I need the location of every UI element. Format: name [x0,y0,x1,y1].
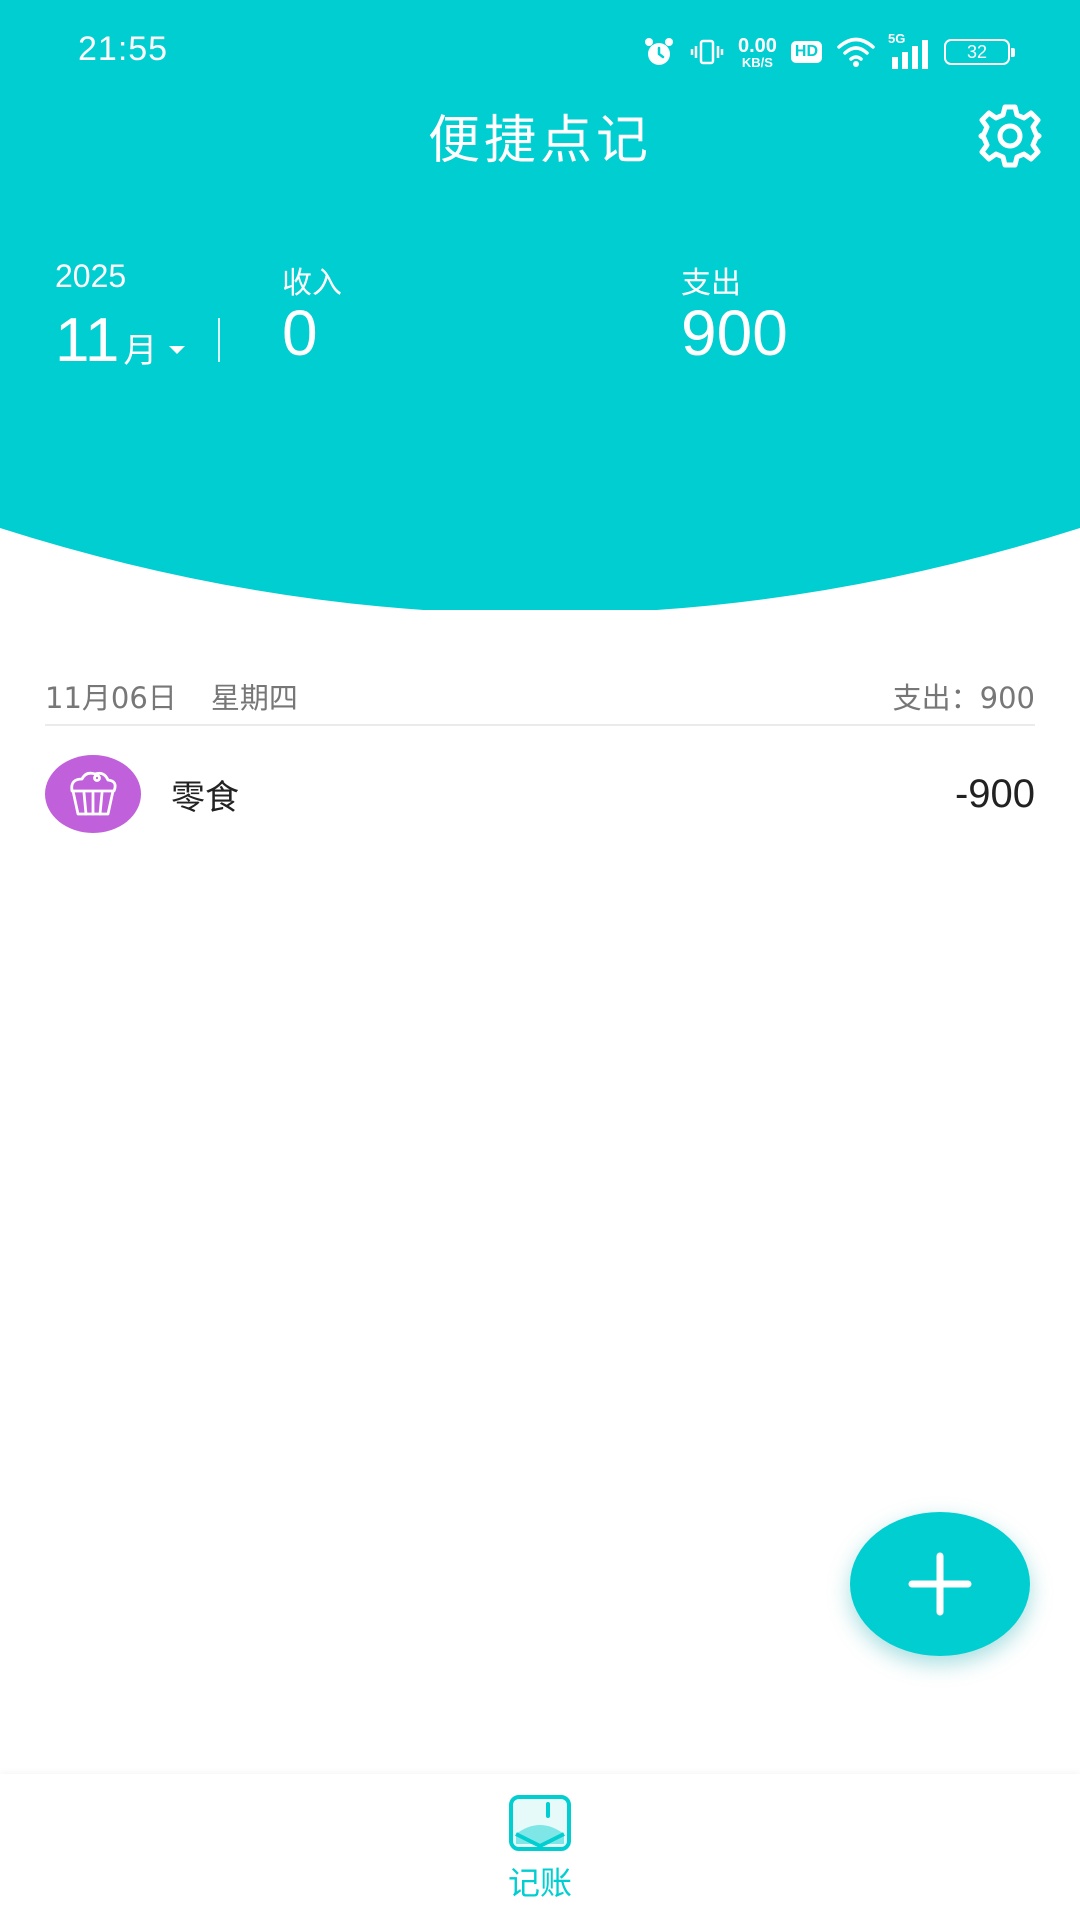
muffin-icon [70,771,117,816]
caret-down-icon [169,346,186,354]
category-icon [45,755,141,833]
nav-item-ledger[interactable]: 记账 [490,1794,590,1914]
gear-icon [978,104,1042,168]
ledger-icon [509,1795,571,1851]
list-item[interactable]: 零食 -900 [45,752,1035,836]
network-speed-unit: KB/S [741,54,773,70]
nav-item-label: 记账 [507,1864,572,1902]
alarm-icon [644,38,673,65]
hd-badge: HD [790,41,822,63]
wifi-icon [837,37,875,67]
plus-icon [908,1552,972,1616]
settings-button[interactable] [970,96,1050,176]
income-value: 0 [282,297,318,369]
day-expense-summary: 支出：900 [892,681,1035,715]
add-record-button[interactable] [850,1512,1030,1656]
vibrate-icon [690,39,724,65]
record-amount: -900 [954,771,1035,816]
network-speed: 0.00 KB/S [738,36,777,69]
cellular-signal: 5G [888,31,930,69]
day-date: 11月06日 星期四 [45,675,332,717]
network-speed-value: 0.00 [737,34,777,57]
status-time: 21:55 [78,30,169,68]
header-divider [218,318,220,362]
app-title: 便捷点记 [427,111,652,171]
expense-value: 900 [681,297,788,369]
expense-label: 支出 [681,266,741,301]
status-icons: 0.00 KB/S HD 5G 32 [642,30,1015,74]
month-number: 11 [55,306,120,375]
month-unit: 月 [123,331,158,372]
bottom-navigation: 记账 [0,1774,1080,1920]
year-label: 2025 [55,258,127,294]
battery-indicator: 32 [944,39,1015,65]
income-label: 收入 [282,266,342,301]
network-type: 5G [888,31,906,46]
status-bar: 21:55 0.00 KB/S HD 5G 32 [0,0,1080,100]
category-name: 零食 [171,777,239,818]
day-date-text: 11月06日 [45,681,177,715]
day-group-header: 11月06日 星期四 支出：900 [45,668,1035,726]
day-weekday: 星期四 [210,681,298,715]
month-selector[interactable]: 11 月 [55,302,186,375]
